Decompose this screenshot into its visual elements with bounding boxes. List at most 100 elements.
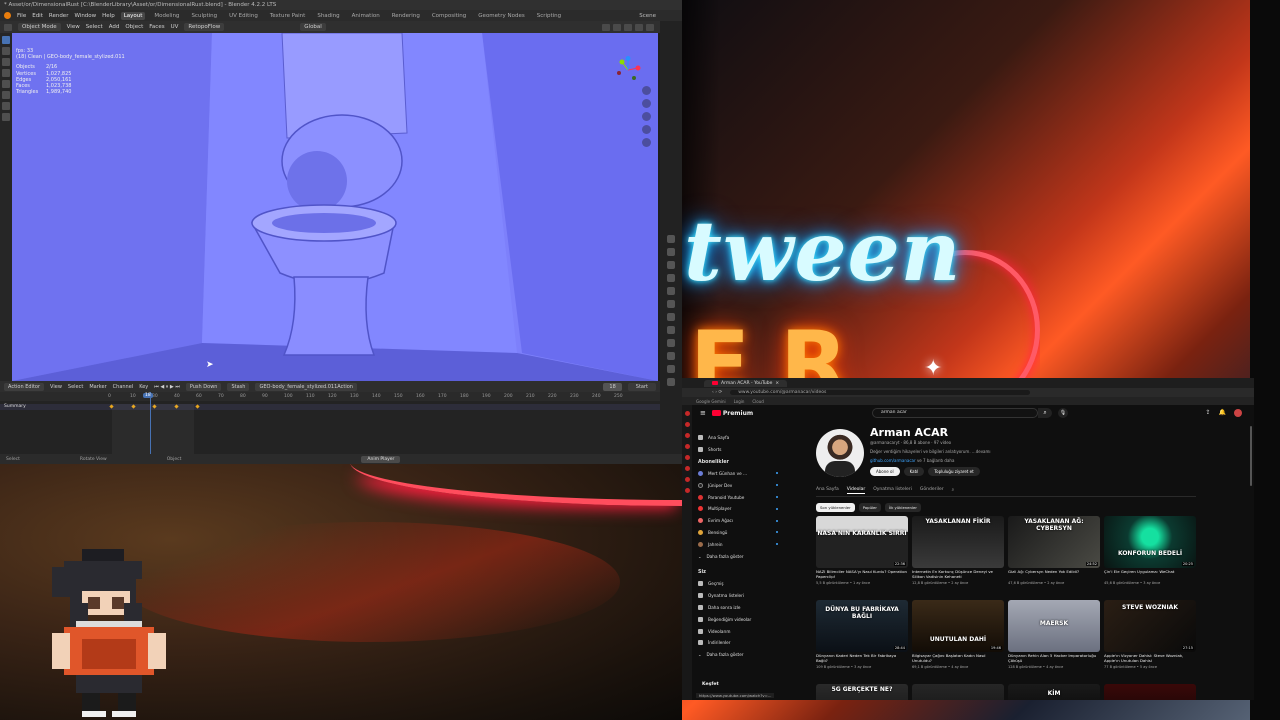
tab-videos[interactable]: Videolar	[846, 487, 866, 494]
video-title[interactable]: Çin'i Ele Geçiren Uygulama: WeChat	[1104, 570, 1196, 580]
subscription-item[interactable]: Jahrein	[698, 538, 778, 550]
side-panel-icon[interactable]	[684, 466, 690, 471]
video-card[interactable]: KONFORUN BEDELİ 20:25 Çin'i Ele Geçiren Uy…	[1104, 516, 1196, 585]
video-thumbnail[interactable]: STEVE WOZNIAK 27:15	[1104, 600, 1196, 652]
workspace-tab-uv-editing[interactable]: UV Editing	[226, 12, 261, 20]
navigation-gizmo-icon[interactable]	[614, 56, 642, 84]
sidebar-item-liked[interactable]: Beğendiğim videolar	[698, 613, 778, 625]
notifications-bell-icon[interactable]: 🔔	[1219, 409, 1226, 417]
sidebar-item-playlists[interactable]: Oynatma listeleri	[698, 590, 778, 602]
explore-section-header[interactable]: Keşfet	[702, 682, 719, 687]
video-card[interactable]: STEVE WOZNIAK 27:15 Apple'ın Vizyoner Dahi…	[1104, 600, 1196, 669]
video-thumbnail[interactable]: KONFORUN BEDELİ 20:25	[1104, 516, 1196, 568]
action-editor-selector[interactable]: Action Editor	[4, 382, 45, 391]
chip-popular[interactable]: Popüler	[858, 503, 881, 512]
transform-orientation[interactable]: Global	[300, 23, 326, 31]
constraints-properties-icon[interactable]	[667, 339, 675, 347]
video-thumbnail[interactable]: DÜNYA BU FABRİKAYA BAĞLI 28:44	[816, 600, 908, 652]
search-icon[interactable]: ⌕	[1038, 408, 1052, 418]
workspace-tab-animation[interactable]: Animation	[349, 12, 383, 20]
texture-properties-icon[interactable]	[667, 378, 675, 386]
side-panel-icon[interactable]	[684, 477, 690, 482]
timeline-menu-key[interactable]: Key	[139, 384, 148, 390]
play-controls-icon[interactable]: ⏮ ◀ ⏸ ▶ ⏭	[154, 384, 180, 390]
workspace-tab-shading[interactable]: Shading	[314, 12, 342, 20]
header-menu-select[interactable]: Select	[86, 24, 103, 30]
bookmark-item[interactable]: Google Gemini	[696, 399, 726, 404]
video-thumbnail[interactable]: UNUTULAN DAHİ 19:46	[912, 600, 1004, 652]
video-card[interactable]	[1104, 684, 1196, 700]
menu-render[interactable]: Render	[49, 13, 69, 19]
search-input[interactable]: arman acar	[872, 408, 1038, 418]
video-thumbnail[interactable]: KİM	[1008, 684, 1100, 700]
video-title[interactable]: Dünyanın Kaderi Neden Tek Bir Fabrikaya …	[816, 654, 908, 664]
timeline-menu-marker[interactable]: Marker	[89, 384, 106, 390]
workspace-tab-geometry-nodes[interactable]: Geometry Nodes	[475, 12, 527, 20]
url-field[interactable]: www.youtube.com/@armanacar/videos	[730, 390, 1031, 395]
user-avatar[interactable]	[1234, 409, 1242, 417]
header-menu-faces[interactable]: Faces	[149, 24, 164, 30]
subscriptions-header[interactable]: Abonelikler	[698, 460, 778, 465]
channel-description[interactable]: Değer verdiğim hikayeleri ve bilgileri a…	[870, 449, 991, 454]
upload-icon[interactable]: ⇪	[1205, 409, 1210, 417]
camera-view-icon[interactable]	[642, 112, 651, 121]
sidebar-show-more[interactable]: ⌄ Daha fazla göster	[698, 649, 778, 661]
video-card[interactable]: NASA'NIN KARANLIK SIRRI 22:36 NAZİ Bilimci…	[816, 516, 908, 585]
select-box-icon[interactable]	[2, 36, 10, 44]
scene-properties-icon[interactable]	[667, 274, 675, 282]
timeline-menu-channel[interactable]: Channel	[113, 384, 134, 390]
modifier-properties-icon[interactable]	[667, 313, 675, 321]
shading-solid-icon[interactable]	[624, 23, 632, 31]
subscription-item[interactable]: Mert Günhan ve ...	[698, 468, 778, 480]
video-card[interactable]	[912, 684, 1004, 700]
action-selector[interactable]: GEO-body_female_stylized.011Action	[255, 382, 357, 391]
move-tool-icon[interactable]	[2, 58, 10, 66]
mode-selector[interactable]: Object Mode	[18, 23, 61, 31]
hamburger-menu-icon[interactable]: ≡	[700, 409, 706, 417]
video-title[interactable]: Bilgisayar Çağını Başlatan Kadın Nasıl U…	[912, 654, 1004, 664]
header-menu-add[interactable]: Add	[109, 24, 120, 30]
material-properties-icon[interactable]	[667, 365, 675, 373]
menu-help[interactable]: Help	[102, 13, 115, 19]
video-thumbnail[interactable]: YASAKLANAN AĞ: CYBERSYN 24:52	[1008, 516, 1100, 568]
menu-window[interactable]: Window	[74, 13, 96, 19]
sidebar-show-more[interactable]: ⌄ Daha fazla göster	[698, 550, 778, 562]
overlay-icon[interactable]	[602, 23, 610, 31]
push-down-button[interactable]: Push Down	[185, 382, 222, 391]
channel-search-icon[interactable]: ⌕	[952, 487, 955, 494]
subscription-item[interactable]: Paranoid Youtube	[698, 491, 778, 503]
video-card[interactable]: YASAKLANAN FİKİR İnternetin En Korkunç Dü…	[912, 516, 1004, 585]
video-thumbnail[interactable]	[1104, 684, 1196, 700]
video-title[interactable]: İnternetin En Korkunç Düşünce Deneyi ve …	[912, 570, 1004, 580]
browser-tab[interactable]: Arman ACAR - YouTube ×	[704, 379, 788, 387]
video-card[interactable]: KİM	[1008, 684, 1100, 700]
bookmark-item[interactable]: Cloud	[752, 399, 763, 404]
visit-community-button[interactable]: Topluluğu ziyaret et	[928, 467, 980, 476]
subscribe-button[interactable]: Abone ol	[870, 467, 900, 476]
video-card[interactable]: YASAKLANAN AĞ: CYBERSYN 24:52 Gizli Ağ: Cy…	[1008, 516, 1100, 585]
channel-avatar[interactable]	[816, 429, 864, 477]
stash-button[interactable]: Stash	[227, 382, 250, 391]
video-card[interactable]: DÜNYA BU FABRİKAYA BAĞLI 28:44 Dünyanın Ka…	[816, 600, 908, 669]
timeline-menu-select[interactable]: Select	[68, 384, 83, 390]
you-section-header[interactable]: Siz	[698, 570, 778, 575]
video-thumbnail[interactable]: NASA'NIN KARANLIK SIRRI 22:36	[816, 516, 908, 568]
workspace-tab-modeling[interactable]: Modeling	[151, 12, 182, 20]
editor-type-icon[interactable]	[4, 23, 12, 31]
workspace-tab-rendering[interactable]: Rendering	[389, 12, 423, 20]
playhead[interactable]	[150, 392, 151, 454]
microphone-icon[interactable]: 🎙	[1058, 408, 1068, 418]
video-title[interactable]: NAZİ Bilimciler NASA'yı Nasıl Kurdu? Ope…	[816, 570, 908, 580]
video-thumbnail[interactable]: 5G GERÇEKTE NE?	[816, 684, 908, 700]
start-frame-field[interactable]: Start	[627, 382, 656, 391]
data-properties-icon[interactable]	[667, 352, 675, 360]
anim-player-button[interactable]: Anim Player	[361, 455, 401, 463]
sidebar-item-downloads[interactable]: İndirilenler	[698, 637, 778, 649]
scene-selector[interactable]: Scene	[639, 13, 656, 19]
channel-link[interactable]: github.com/armanacar	[870, 458, 916, 463]
bookmark-item[interactable]: Login	[734, 399, 745, 404]
sidebar-item-home[interactable]: Ana Sayfa	[698, 432, 778, 444]
summary-channel[interactable]: Summary	[0, 404, 660, 410]
video-card[interactable]: UNUTULAN DAHİ 19:46 Bilgisayar Çağını Başl…	[912, 600, 1004, 669]
join-button[interactable]: Katıl	[903, 467, 925, 476]
